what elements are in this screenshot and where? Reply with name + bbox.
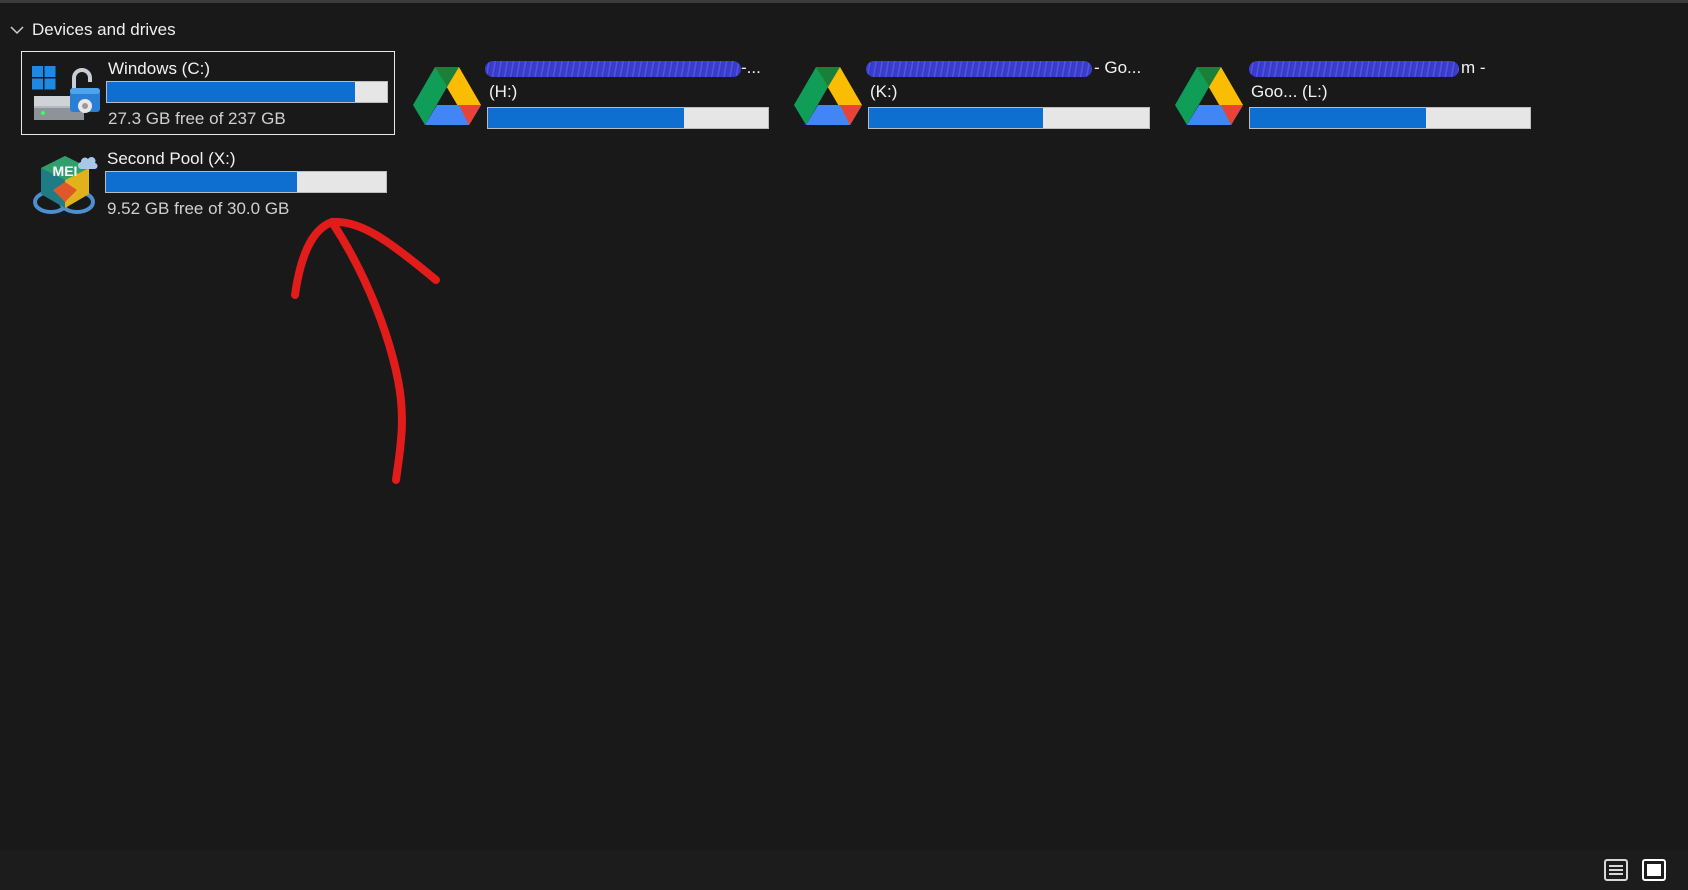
- drive-letter: Goo... (L:): [1251, 82, 1328, 101]
- group-title: Devices and drives: [32, 20, 176, 39]
- drive-name: Windows (C:): [108, 59, 211, 78]
- capacity-fill: [107, 82, 355, 102]
- drive-name-tail: m -: [1461, 58, 1486, 77]
- google-drive-icon: [792, 59, 864, 131]
- chevron-down-icon[interactable]: [10, 25, 24, 35]
- redaction-scribble: [1249, 61, 1459, 77]
- capacity-bar: [106, 81, 388, 103]
- drive-letter: (H:): [489, 82, 518, 101]
- mei-storage-pool-icon: MEI: [29, 150, 101, 222]
- capacity-fill: [1250, 108, 1427, 128]
- drive-tile-k[interactable]: - Go... (K:): [784, 51, 1158, 135]
- status-bar: [0, 850, 1688, 890]
- drive-tile-windows-c[interactable]: Windows (C:) 27.3 GB free of 237 GB: [21, 51, 395, 135]
- google-drive-icon: [1173, 59, 1245, 131]
- free-space-text: 9.52 GB free of 30.0 GB: [107, 199, 290, 218]
- capacity-bar: [105, 171, 387, 193]
- group-header-devices-and-drives[interactable]: Devices and drives: [10, 18, 176, 42]
- red-arrow-annotation: [291, 217, 440, 484]
- capacity-fill: [869, 108, 1043, 128]
- windows-drive-unlocked-icon: [30, 60, 102, 132]
- capacity-bar: [868, 107, 1150, 129]
- mei-logo-text: MEI: [53, 163, 78, 179]
- top-border: [0, 0, 1688, 3]
- capacity-fill: [106, 172, 298, 192]
- redaction-scribble: [485, 61, 741, 77]
- drive-name-tail: - Go...: [1094, 58, 1142, 77]
- capacity-bar: [1249, 107, 1531, 129]
- drive-tile-h[interactable]: -... (H:): [403, 51, 777, 135]
- tiles-view-icon[interactable]: [1640, 856, 1668, 884]
- redaction-scribble: [866, 61, 1092, 77]
- drive-letter: (K:): [870, 82, 898, 101]
- capacity-fill: [488, 108, 684, 128]
- drive-name-tail: -...: [741, 58, 761, 77]
- capacity-bar: [487, 107, 769, 129]
- free-space-text: 27.3 GB free of 237 GB: [108, 109, 286, 128]
- google-drive-icon: [411, 59, 483, 131]
- drive-name: Second Pool (X:): [107, 149, 236, 168]
- drive-tile-l[interactable]: m - Goo... (L:): [1165, 51, 1539, 135]
- details-view-icon[interactable]: [1602, 856, 1630, 884]
